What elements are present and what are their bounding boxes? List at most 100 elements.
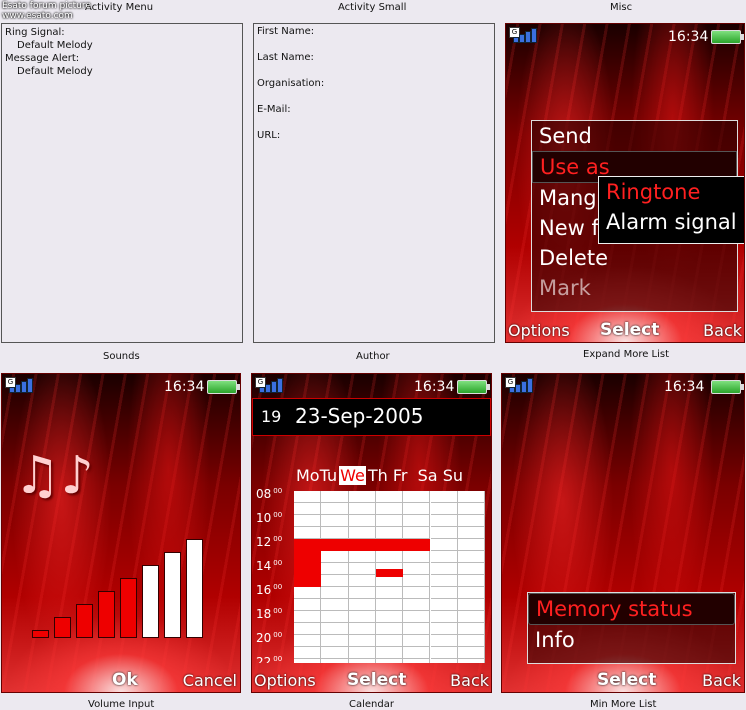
first-name-field[interactable]: First Name: — [257, 26, 491, 52]
message-alert-value[interactable]: Default Melody — [5, 65, 239, 78]
menu-item-info[interactable]: Info — [528, 625, 735, 655]
signal-icon: G — [509, 27, 537, 43]
battery-icon — [457, 380, 490, 394]
calendar-event[interactable] — [321, 539, 431, 551]
softkey-select[interactable]: Select — [600, 320, 659, 340]
grid-cell — [457, 611, 485, 623]
expand-more-list-screen: G 16:34 Send Use as Mangi New f Delete M… — [505, 23, 745, 343]
softkey-back[interactable]: Back — [703, 321, 742, 340]
grid-cell — [403, 491, 431, 503]
day-tu[interactable]: Tu — [320, 466, 337, 485]
caption-activity-small: Activity Small — [338, 2, 407, 13]
softkey-options[interactable]: Options — [254, 671, 316, 690]
menu-item-memory-status[interactable]: Memory status — [528, 593, 735, 625]
grid-cell — [348, 575, 376, 587]
grid-cell — [403, 635, 431, 647]
grid-cell — [294, 587, 322, 599]
grid-cell — [348, 527, 376, 539]
grid-cell — [403, 503, 431, 515]
volume-bars[interactable] — [32, 534, 212, 638]
grid-cell — [294, 623, 322, 635]
grid-cell — [457, 551, 485, 563]
caption-volume-input: Volume Input — [88, 699, 155, 710]
grid-cell — [321, 623, 349, 635]
softkey-select[interactable]: Select — [597, 670, 656, 690]
watermark-line2: www.esato.com — [2, 11, 73, 21]
grid-cell — [321, 515, 349, 527]
hour-label: 16 00 — [256, 583, 283, 597]
submenu-item-ringtone[interactable]: Ringtone — [599, 177, 744, 207]
menu-item-send[interactable]: Send — [532, 121, 737, 151]
grid-cell — [294, 611, 322, 623]
grid-cell — [294, 503, 322, 515]
grid-cell — [457, 563, 485, 575]
grid-cell — [321, 659, 349, 663]
battery-icon — [711, 380, 744, 394]
grid-cell — [430, 539, 458, 551]
submenu-item-alarm-signal[interactable]: Alarm signal — [599, 207, 744, 237]
day-mo[interactable]: Mo — [296, 466, 320, 485]
ring-signal-value[interactable]: Default Melody — [5, 39, 239, 52]
caption-sounds: Sounds — [103, 351, 140, 362]
status-bar: G 16:34 — [506, 24, 744, 46]
message-alert-label: Message Alert: — [5, 53, 80, 64]
email-field[interactable]: E-Mail: — [257, 104, 491, 130]
softkey-back[interactable]: Back — [450, 671, 489, 690]
caption-expand-more-list: Expand More List — [583, 349, 670, 360]
grid-cell — [321, 611, 349, 623]
week-grid[interactable] — [294, 491, 485, 663]
grid-cell — [403, 515, 431, 527]
grid-cell — [294, 659, 322, 663]
volume-bar — [120, 578, 137, 638]
date-label: 23-Sep-2005 — [295, 404, 424, 428]
softkey-ok[interactable]: Ok — [112, 670, 138, 690]
grid-cell — [321, 527, 349, 539]
grid-cell — [348, 551, 376, 563]
clock: 16:34 — [414, 379, 455, 395]
grid-cell — [430, 527, 458, 539]
battery-icon — [711, 30, 744, 44]
day-th[interactable]: Th — [368, 466, 388, 485]
menu-item-mark[interactable]: Mark — [532, 273, 737, 303]
grid-cell — [375, 515, 404, 527]
volume-bar — [98, 591, 115, 638]
last-name-field[interactable]: Last Name: — [257, 52, 491, 78]
day-fr[interactable]: Fr — [393, 466, 408, 485]
grid-cell — [430, 587, 458, 599]
author-panel: First Name: Last Name: Organisation: E-M… — [253, 23, 495, 343]
grid-cell — [430, 503, 458, 515]
softkey-cancel[interactable]: Cancel — [183, 671, 237, 690]
organisation-field[interactable]: Organisation: — [257, 78, 491, 104]
grid-cell — [321, 575, 349, 587]
url-field[interactable]: URL: — [257, 130, 491, 156]
grid-cell — [458, 659, 485, 663]
grid-cell — [430, 563, 458, 575]
hour-label: 22 00 — [256, 655, 283, 663]
status-bar: G 16:34 — [252, 374, 491, 396]
caption-author: Author — [356, 351, 390, 362]
volume-bar — [32, 630, 49, 638]
menu-item-delete[interactable]: Delete — [532, 243, 737, 273]
day-we-selected[interactable]: We — [339, 466, 366, 485]
calendar-event[interactable] — [294, 575, 322, 587]
grid-cell — [348, 491, 376, 503]
grid-cell — [430, 635, 458, 647]
grid-cell — [403, 623, 431, 635]
day-sa[interactable]: Sa — [418, 466, 438, 485]
grid-cell — [457, 635, 485, 647]
calendar-event[interactable] — [375, 569, 404, 578]
clock: 16:34 — [164, 379, 205, 395]
grid-cell — [430, 599, 458, 611]
grid-cell — [348, 611, 376, 623]
grid-cell — [457, 491, 485, 503]
clock: 16:34 — [668, 29, 709, 45]
calendar-event[interactable] — [294, 539, 322, 575]
grid-cell — [403, 647, 431, 659]
softkey-select[interactable]: Select — [347, 670, 406, 690]
grid-cell — [348, 623, 376, 635]
sounds-panel: Ring Signal: Default Melody Message Aler… — [1, 23, 243, 343]
softkey-options[interactable]: Options — [508, 321, 570, 340]
softkey-back[interactable]: Back — [702, 671, 741, 690]
date-header: 19 23-Sep-2005 — [252, 398, 491, 436]
day-su[interactable]: Su — [443, 466, 463, 485]
